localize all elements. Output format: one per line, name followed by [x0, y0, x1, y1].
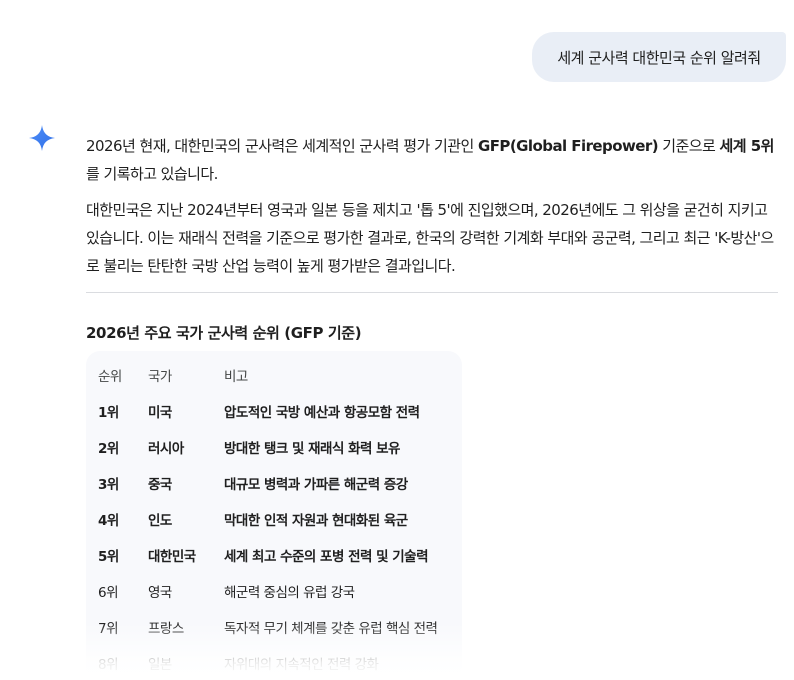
table-row: 5위 대한민국 세계 최고 수준의 포병 전력 및 기술력	[86, 537, 449, 573]
header-note: 비고	[224, 369, 248, 385]
rank-bold: 세계 5위	[719, 137, 775, 155]
bottom-fade	[0, 622, 794, 680]
cell-country: 중국	[148, 477, 172, 493]
cell-note: 세계 최고 수준의 포병 전력 및 기술력	[224, 549, 429, 565]
answer-paragraph-1: 2026년 현재, 대한민국의 군사력은 세계적인 군사력 평가 기관인 GFP…	[86, 137, 775, 183]
cell-country: 미국	[148, 405, 172, 421]
user-message-bubble: 세계 군사력 대한민국 순위 알려줘	[532, 32, 786, 82]
cell-country: 대한민국	[148, 549, 196, 565]
user-message-text: 세계 군사력 대한민국 순위 알려줘	[557, 48, 761, 67]
cell-note: 해군력 중심의 유럽 강국	[224, 585, 355, 601]
cell-note: 압도적인 국방 예산과 항공모함 전력	[224, 405, 420, 421]
cell-note: 방대한 탱크 및 재래식 화력 보유	[224, 441, 400, 457]
table-title: 2026년 주요 국가 군사력 순위 (GFP 기준)	[86, 324, 362, 342]
gemini-sparkle-icon	[29, 125, 55, 151]
cell-note: 대규모 병력과 가파른 해군력 증강	[224, 477, 408, 493]
cell-rank: 5위	[98, 549, 119, 565]
answer-paragraph-2: 대한민국은 지난 2024년부터 영국과 일본 등을 제치고 '톱 5'에 진입…	[86, 201, 774, 275]
cell-country: 영국	[148, 585, 172, 601]
cell-rank: 6위	[98, 585, 119, 601]
table-row: 4위 인도 막대한 인적 자원과 현대화된 육군	[86, 501, 449, 537]
cell-country: 인도	[148, 513, 172, 529]
cell-note: 막대한 인적 자원과 현대화된 육군	[224, 513, 408, 529]
cell-rank: 1위	[98, 405, 119, 421]
cell-rank: 3위	[98, 477, 119, 493]
header-country: 국가	[148, 369, 172, 385]
table-row: 6위 영국 해군력 중심의 유럽 강국	[86, 573, 449, 609]
cell-country: 러시아	[148, 441, 184, 457]
table-row: 2위 러시아 방대한 탱크 및 재래식 화력 보유	[86, 429, 449, 465]
cell-rank: 2위	[98, 441, 119, 457]
table-row: 1위 미국 압도적인 국방 예산과 항공모함 전력	[86, 393, 449, 429]
header-rank: 순위	[98, 369, 122, 385]
assistant-response: 2026년 현재, 대한민국의 군사력은 세계적인 군사력 평가 기관인 GFP…	[86, 132, 778, 680]
divider	[86, 292, 778, 293]
table-header-row: 순위 국가 비고	[86, 357, 449, 393]
gfp-bold: GFP(Global Firepower)	[477, 137, 659, 155]
table-row: 3위 중국 대규모 병력과 가파른 해군력 증강	[86, 465, 449, 501]
cell-rank: 4위	[98, 513, 119, 529]
